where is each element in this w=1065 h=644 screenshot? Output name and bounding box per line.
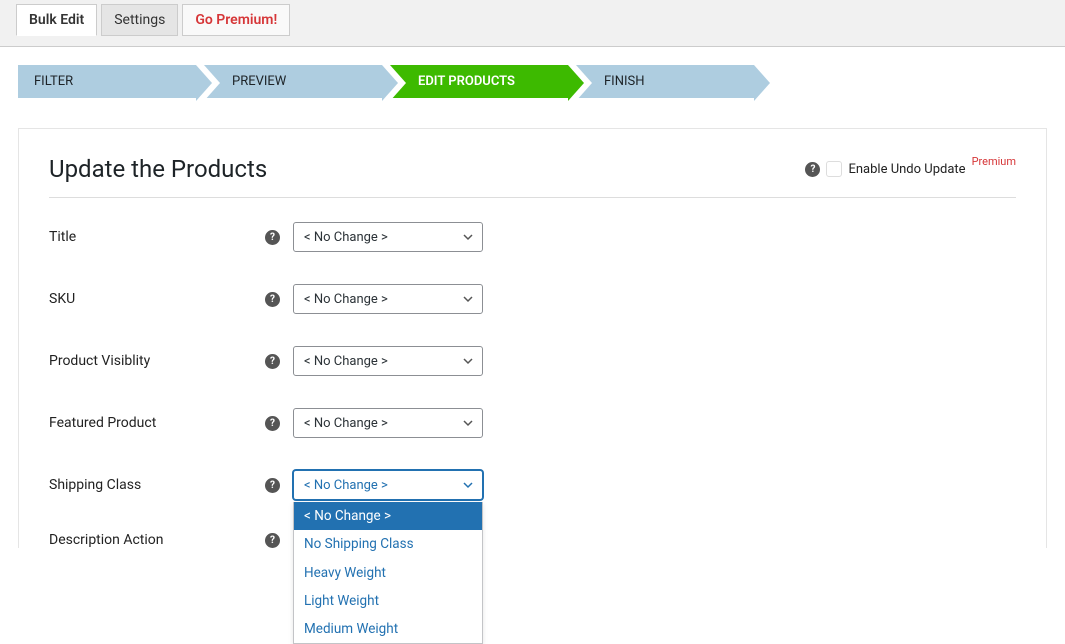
undo-label: Enable Undo Update — [848, 162, 965, 177]
tab-bulk-edit[interactable]: Bulk Edit — [16, 4, 97, 36]
dropdown-option[interactable]: No Shipping Class — [294, 530, 482, 558]
chevron-down-icon — [462, 355, 474, 367]
select-featured[interactable]: < No Change > — [293, 408, 483, 438]
undo-checkbox[interactable] — [826, 161, 842, 177]
panel-header: Update the Products ? Enable Undo Update… — [49, 155, 1016, 198]
chevron-down-icon — [462, 293, 474, 305]
help-icon[interactable]: ? — [265, 533, 280, 548]
row-description: Description Action ? — [49, 532, 1016, 548]
dropdown-option[interactable]: Light Weight — [294, 587, 482, 615]
tab-settings[interactable]: Settings — [101, 4, 178, 36]
select-value: < No Change > — [304, 416, 388, 431]
step-edit-products[interactable]: EDIT PRODUCTS — [390, 65, 568, 98]
chevron-down-icon — [462, 417, 474, 429]
shipping-dropdown: < No Change > No Shipping Class Heavy We… — [293, 502, 483, 644]
row-sku: SKU ? < No Change > — [49, 284, 1016, 314]
dropdown-option[interactable]: Medium Weight — [294, 615, 482, 643]
select-value: < No Change > — [304, 230, 388, 245]
select-value: < No Change > — [304, 292, 388, 307]
label-title: Title — [49, 229, 265, 245]
undo-update-option: ? Enable Undo Update Premium — [805, 161, 1016, 177]
step-preview[interactable]: PREVIEW — [204, 65, 382, 98]
step-filter[interactable]: FILTER — [18, 65, 196, 98]
chevron-down-icon — [462, 479, 474, 491]
help-icon[interactable]: ? — [265, 478, 280, 493]
update-panel: Update the Products ? Enable Undo Update… — [18, 128, 1047, 548]
top-tabs: Bulk Edit Settings Go Premium! — [0, 0, 1065, 47]
help-icon[interactable]: ? — [265, 354, 280, 369]
row-featured: Featured Product ? < No Change > — [49, 408, 1016, 438]
select-title[interactable]: < No Change > — [293, 222, 483, 252]
select-shipping-class[interactable]: < No Change > — [293, 470, 483, 500]
select-value: < No Change > — [304, 354, 388, 369]
row-visibility: Product Visiblity ? < No Change > — [49, 346, 1016, 376]
label-description: Description Action — [49, 532, 265, 548]
step-finish[interactable]: FINISH — [576, 65, 754, 98]
row-shipping-class: Shipping Class ? < No Change > < No Chan… — [49, 470, 1016, 500]
dropdown-option[interactable]: < No Change > — [294, 502, 482, 530]
chevron-down-icon — [462, 231, 474, 243]
page-title: Update the Products — [49, 155, 267, 183]
wizard-stepper: FILTER PREVIEW EDIT PRODUCTS FINISH — [0, 47, 1065, 110]
label-sku: SKU — [49, 291, 265, 307]
label-shipping: Shipping Class — [49, 477, 265, 493]
tab-go-premium[interactable]: Go Premium! — [182, 4, 290, 36]
select-visibility[interactable]: < No Change > — [293, 346, 483, 376]
help-icon[interactable]: ? — [265, 292, 280, 307]
help-icon[interactable]: ? — [265, 416, 280, 431]
premium-badge: Premium — [972, 155, 1016, 168]
label-visibility: Product Visiblity — [49, 353, 265, 369]
select-value: < No Change > — [304, 478, 388, 493]
row-title: Title ? < No Change > — [49, 222, 1016, 252]
select-sku[interactable]: < No Change > — [293, 284, 483, 314]
help-icon[interactable]: ? — [805, 162, 820, 177]
help-icon[interactable]: ? — [265, 230, 280, 245]
dropdown-option[interactable]: Heavy Weight — [294, 559, 482, 587]
label-featured: Featured Product — [49, 415, 265, 431]
